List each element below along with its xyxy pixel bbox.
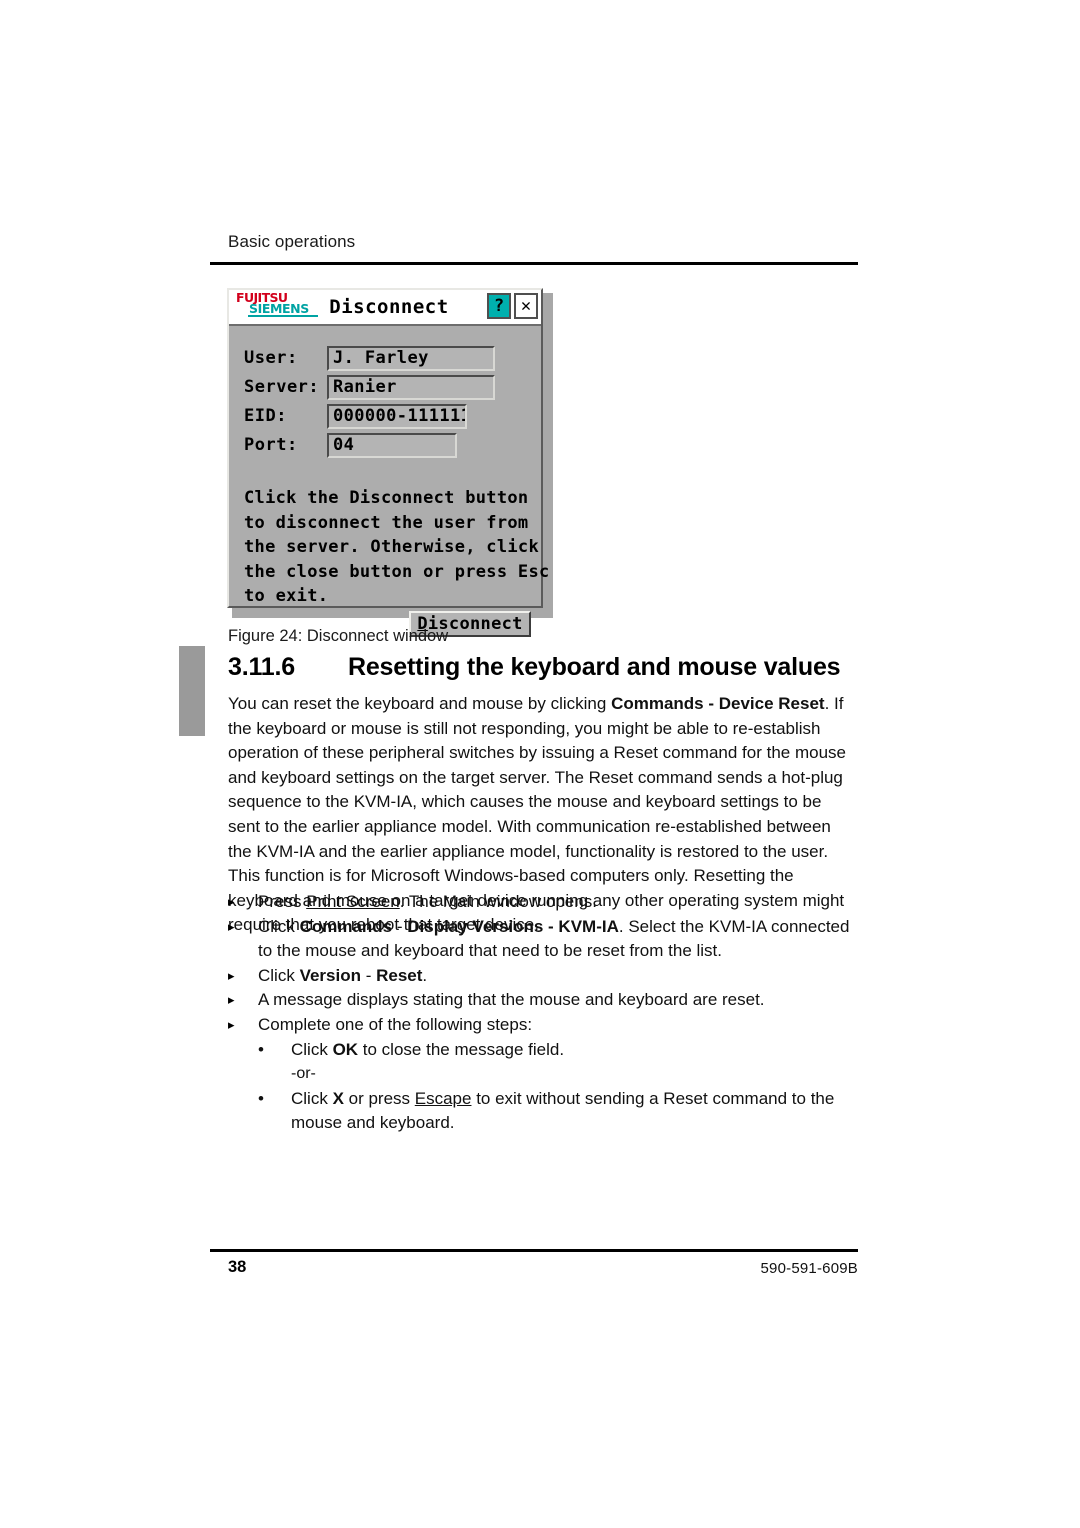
substep-1-bold-ok: OK	[332, 1039, 359, 1059]
dialog-title-buttons: ? ✕	[487, 293, 538, 319]
document-code: 590-591-609B	[760, 1260, 858, 1277]
user-input[interactable]: J. Farley	[327, 346, 495, 371]
list-item: ▸ Press Print Screen. The Main window op…	[228, 890, 868, 915]
step-1-part-2: . The Main window opens.	[399, 892, 597, 911]
step-2-bold-display-versions: Display Versions - KVM-IA	[407, 916, 619, 936]
step-3-part-2: .	[422, 965, 428, 985]
list-item: • Click X or press Escape to exit withou…	[258, 1087, 868, 1136]
user-label: User:	[244, 348, 298, 368]
list-item: ▸ Click Version - Reset.	[228, 964, 868, 989]
disconnect-dialog: FUJITSU SIEMENS Disconnect ? ✕ User: J. …	[227, 288, 549, 637]
step-3-bold-version: Version	[299, 965, 361, 985]
dialog-instructions: Click the Disconnect button to disconnec…	[244, 488, 550, 606]
field-row-port: Port: 04	[229, 433, 541, 461]
bullet-marker-icon: ▸	[228, 894, 235, 909]
section-number: 3.11.6	[228, 653, 295, 681]
field-row-user: User: J. Farley	[229, 346, 541, 374]
step-2-part-1: Click	[258, 916, 300, 936]
substep-2-bold-x: X	[332, 1088, 344, 1108]
step-5-text: Complete one of the following steps:	[258, 1014, 533, 1034]
step-3-part-1: Click	[258, 965, 300, 985]
substep-1-part-1: Click	[291, 1039, 333, 1059]
section-title: Resetting the keyboard and mouse values	[348, 653, 841, 681]
disconnect-dialog-figure: FUJITSU SIEMENS Disconnect ? ✕ User: J. …	[227, 288, 553, 637]
header-rule	[210, 262, 858, 265]
paragraph-part-1: You can reset the keyboard and mouse by …	[228, 694, 612, 713]
step-1-underlined-key: Print Screen	[306, 892, 400, 911]
step-4-text: A message displays stating that the mous…	[258, 990, 765, 1010]
figure-caption: Figure 24: Disconnect window	[228, 627, 449, 645]
step-3-separator: -	[360, 965, 377, 985]
dot-marker-icon: •	[258, 1039, 264, 1059]
substep-2-part-2: or press	[343, 1088, 415, 1108]
footer-rule	[210, 1249, 858, 1252]
port-input[interactable]: 04	[327, 433, 457, 458]
substep-2-part-1: Click	[291, 1088, 333, 1108]
field-row-server: Server: Ranier	[229, 375, 541, 403]
bullet-marker-icon: ▸	[228, 992, 235, 1008]
paragraph-bold-commands-device-reset: Commands - Device Reset	[611, 694, 825, 713]
or-separator: -or-	[291, 1065, 316, 1083]
substep-1-part-2: to close the message field.	[358, 1039, 565, 1059]
server-label: Server:	[244, 377, 320, 397]
field-row-eid: EID: 000000-111111	[229, 404, 541, 432]
list-item: ▸ Click Commands - Display Versions - KV…	[228, 915, 868, 964]
dot-marker-icon: •	[258, 1088, 264, 1108]
bullet-marker-icon: ▸	[228, 918, 235, 934]
close-icon[interactable]: ✕	[514, 293, 538, 319]
list-item: • Click OK to close the message field.	[258, 1038, 868, 1063]
list-item: ▸ A message displays stating that the mo…	[228, 988, 868, 1013]
margin-change-bar	[179, 646, 205, 736]
sub-steps-list: • Click OK to close the message field. -…	[228, 1038, 868, 1136]
eid-input[interactable]: 000000-111111	[327, 404, 467, 429]
step-3-bold-reset: Reset	[376, 965, 423, 985]
server-input[interactable]: Ranier	[327, 375, 495, 400]
page-number: 38	[228, 1258, 247, 1276]
step-2-bold-commands: Commands	[299, 916, 393, 936]
bullet-marker-icon: ▸	[228, 967, 235, 983]
list-item: ▸ Complete one of the following steps:	[228, 1013, 868, 1038]
bullet-marker-icon: ▸	[228, 1016, 235, 1032]
substep-2-underlined-escape: Escape	[414, 1088, 472, 1108]
step-2-separator: -	[392, 916, 408, 936]
help-icon[interactable]: ?	[487, 293, 511, 319]
eid-label: EID:	[244, 406, 287, 426]
running-header: Basic operations	[228, 232, 356, 251]
steps-list: ▸ Press Print Screen. The Main window op…	[228, 890, 868, 1136]
dialog-titlebar: FUJITSU SIEMENS Disconnect ? ✕	[229, 290, 541, 326]
port-label: Port:	[244, 435, 298, 455]
section-heading: 3.11.6 Resetting the keyboard and mouse v…	[228, 653, 841, 682]
document-page: Basic operations FUJITSU SIEMENS Disconn…	[0, 0, 1080, 1528]
step-1-part-1: Press	[258, 892, 307, 911]
dialog-body: User: J. Farley Server: Ranier EID: 0000…	[229, 326, 549, 637]
